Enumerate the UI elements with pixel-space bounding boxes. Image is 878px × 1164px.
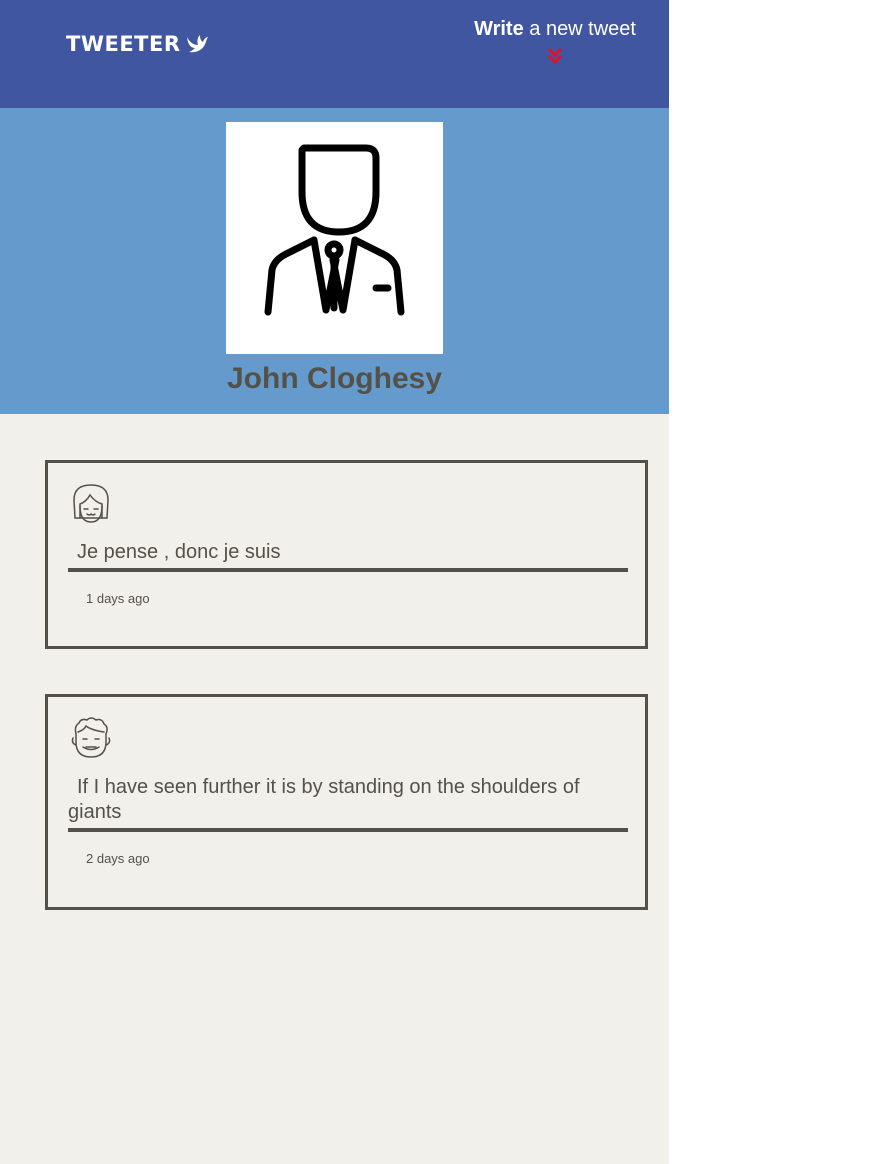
- brand-name: TWEETER: [66, 32, 181, 56]
- tweet-timestamp: 2 days ago: [86, 851, 150, 866]
- write-new-tweet-button[interactable]: Write a new tweet: [474, 16, 636, 73]
- businessman-avatar-icon: [226, 122, 443, 354]
- nav-bar: TWEETER Write a new tweet: [0, 0, 669, 108]
- tweet-timestamp: 1 days ago: [86, 591, 150, 606]
- compose-label-rest: a new tweet: [523, 18, 636, 40]
- tweet-text: If I have seen further it is by standing…: [68, 775, 628, 832]
- dove-icon: [185, 33, 209, 55]
- tweet-card: Je pense , donc je suis 1 days ago: [45, 460, 648, 649]
- tweet-card: If I have seen further it is by standing…: [45, 694, 648, 910]
- tweet-text: Je pense , donc je suis: [68, 540, 628, 572]
- app-container: TWEETER Write a new tweet John Cloghesy …: [0, 0, 669, 1164]
- profile-name: John Cloghesy: [226, 362, 443, 395]
- profile-header: John Cloghesy: [0, 108, 669, 414]
- girl-face-icon: [70, 482, 112, 527]
- write-new-tweet-label: Write a new tweet: [474, 16, 636, 42]
- compose-label-bold: Write: [474, 18, 524, 40]
- brand-logo[interactable]: TWEETER: [66, 31, 209, 57]
- curly-hair-face-icon: [70, 716, 112, 761]
- double-chevron-down-icon[interactable]: [546, 46, 564, 73]
- profile-avatar: [226, 122, 443, 354]
